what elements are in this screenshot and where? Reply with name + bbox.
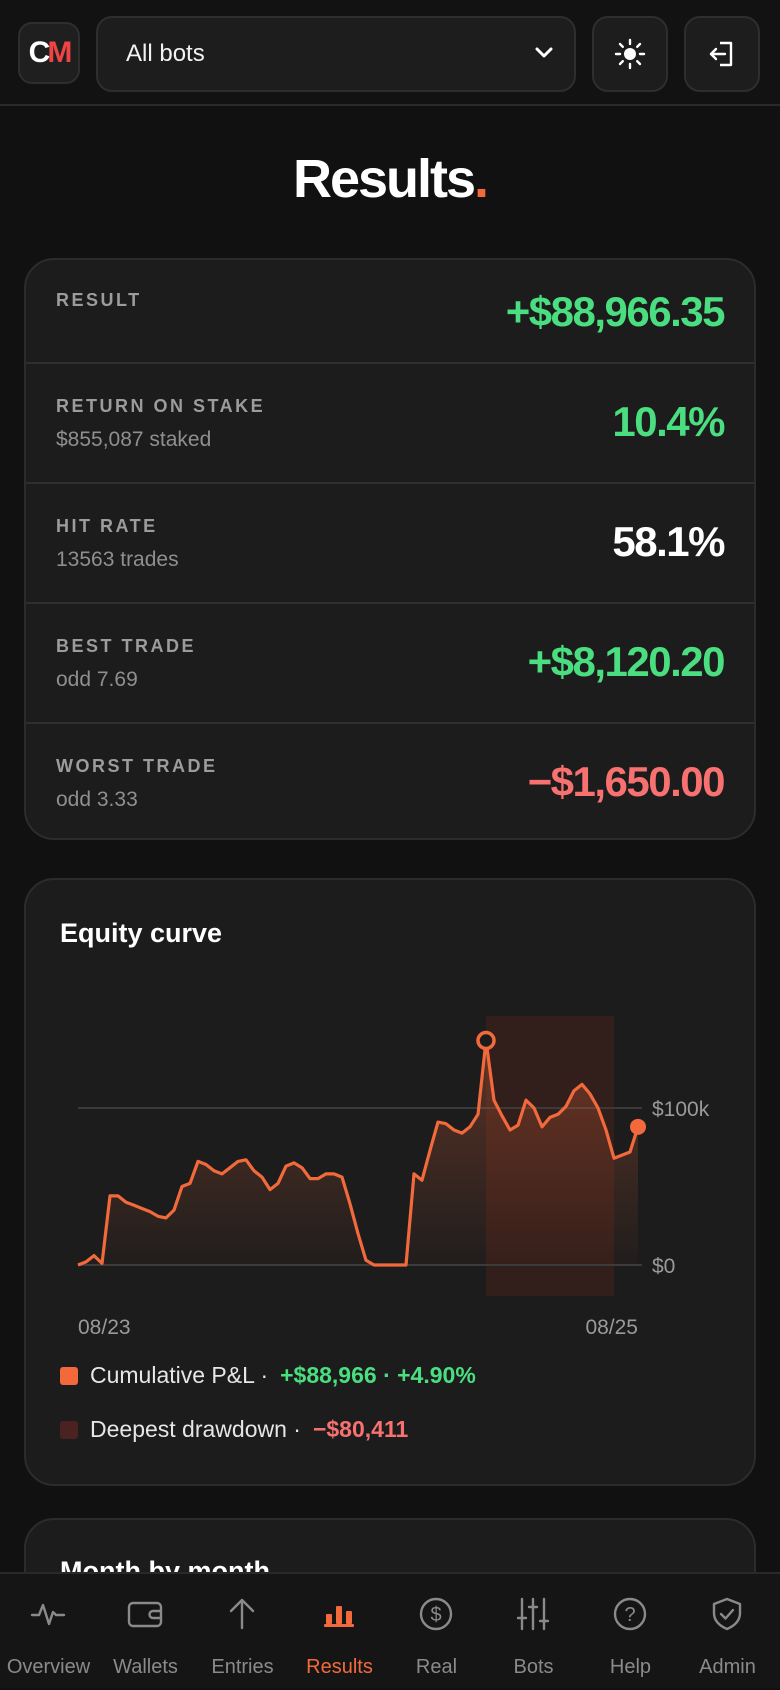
stat-value: +$8,120.20: [527, 638, 726, 685]
last-point-marker: [630, 1118, 646, 1135]
stat-sub: odd 3.33: [56, 788, 138, 811]
nav-item-bots[interactable]: Bots: [485, 1574, 582, 1690]
stat-row-result: RESULT +$88,966.35: [26, 260, 754, 362]
page-title: Results.: [0, 148, 780, 210]
arrow-up-icon: [229, 1598, 255, 1630]
nav-item-overview[interactable]: Overview: [0, 1574, 97, 1690]
stat-row-return-on-stake: RETURN ON STAKE $855,087 staked 10.4%: [26, 362, 754, 482]
nav-label: Results: [306, 1656, 373, 1678]
logo-letter-c: C: [28, 36, 51, 69]
sliders-icon: [516, 1597, 550, 1631]
stat-sub: $855,087 staked: [56, 428, 212, 451]
nav-label: Wallets: [113, 1656, 178, 1678]
svg-text:?: ?: [624, 1604, 635, 1626]
legend-pnl-value: +$88,966 · +4.90%: [280, 1362, 476, 1388]
x-tick-label: 08/25: [585, 1316, 638, 1339]
nav-label: Help: [609, 1656, 652, 1678]
nav-label: Real: [415, 1656, 458, 1678]
bar-chart-icon: [324, 1606, 354, 1627]
legend-pnl-swatch: [60, 1366, 78, 1385]
stat-label: RESULT: [56, 290, 142, 310]
stat-value: 58.1%: [612, 518, 725, 565]
wallet-icon: [127, 1601, 163, 1628]
legend-drawdown: Deepest drawdown · −$80,411: [60, 1416, 408, 1443]
stat-value: −$1,650.00: [527, 758, 726, 805]
stat-label: HIT RATE: [56, 516, 158, 536]
stat-label: WORST TRADE: [56, 756, 218, 776]
sun-icon: [614, 38, 646, 70]
y-tick-label: $0: [652, 1255, 675, 1278]
stat-row-best-trade: BEST TRADE odd 7.69 +$8,120.20: [26, 602, 754, 722]
nav-label: Entries: [211, 1656, 274, 1678]
stat-label: RETURN ON STAKE: [56, 396, 266, 416]
nav-item-real[interactable]: $ Real: [388, 1574, 485, 1690]
dollar-circle-icon: $: [419, 1597, 453, 1631]
logout-icon: [709, 41, 733, 67]
legend-pnl: Cumulative P&L · +$88,966 · +4.90%: [60, 1362, 476, 1389]
legend-drawdown-value: −$80,411: [312, 1416, 409, 1442]
activity-icon: [30, 1603, 66, 1626]
nav-item-help[interactable]: ? Help: [582, 1574, 679, 1690]
equity-curve-card: $100k $0 08/23 08/25 Equity curve Cumulativ…: [24, 878, 756, 1486]
chevron-down-icon: [535, 47, 553, 58]
stat-sub: odd 7.69: [56, 668, 138, 691]
nav-label: Bots: [513, 1656, 554, 1678]
stat-sub: 13563 trades: [56, 548, 179, 571]
stat-value: +$88,966.35: [505, 288, 726, 335]
stat-row-hit-rate: HIT RATE 13563 trades 58.1%: [26, 482, 754, 602]
page-title-dot: .: [474, 149, 489, 209]
svg-text:$: $: [430, 1604, 441, 1626]
legend-drawdown-swatch: [60, 1420, 78, 1439]
bottom-nav: Overview Wallets Entries Results $ Real …: [0, 1572, 780, 1688]
legend-drawdown-label: Deepest drawdown ·: [90, 1416, 301, 1442]
y-tick-label: $100k: [652, 1098, 710, 1121]
stat-value: 10.4%: [612, 398, 725, 445]
stat-label: BEST TRADE: [56, 636, 197, 656]
nav-item-wallets[interactable]: Wallets: [97, 1574, 194, 1690]
equity-chart: $100k $0 08/23 08/25: [77, 1016, 710, 1339]
theme-toggle-button[interactable]: [592, 16, 668, 92]
logout-button[interactable]: [684, 16, 760, 92]
help-circle-icon: ?: [613, 1597, 647, 1631]
bot-select[interactable]: All bots: [96, 16, 576, 92]
legend-pnl-label: Cumulative P&L ·: [90, 1362, 269, 1388]
shield-check-icon: [712, 1597, 742, 1631]
peak-marker: [476, 1030, 496, 1051]
top-bar: CM All bots: [0, 0, 780, 106]
stat-row-worst-trade: WORST TRADE odd 3.33 −$1,650.00: [26, 722, 754, 838]
nav-label: Admin: [699, 1656, 756, 1678]
nav-item-admin[interactable]: Admin: [679, 1574, 776, 1690]
app-logo[interactable]: CM: [18, 22, 80, 84]
nav-item-entries[interactable]: Entries: [194, 1574, 291, 1690]
equity-title: Equity curve: [60, 918, 223, 948]
x-tick-label: 08/23: [78, 1316, 131, 1339]
bot-select-value: All bots: [126, 40, 205, 67]
logo-letter-m: M: [47, 36, 72, 69]
page-title-text: Results: [292, 149, 476, 209]
stats-card: RESULT +$88,966.35 RETURN ON STAKE $855,…: [24, 258, 756, 840]
nav-label: Overview: [6, 1656, 91, 1678]
nav-item-results[interactable]: Results: [291, 1574, 388, 1690]
